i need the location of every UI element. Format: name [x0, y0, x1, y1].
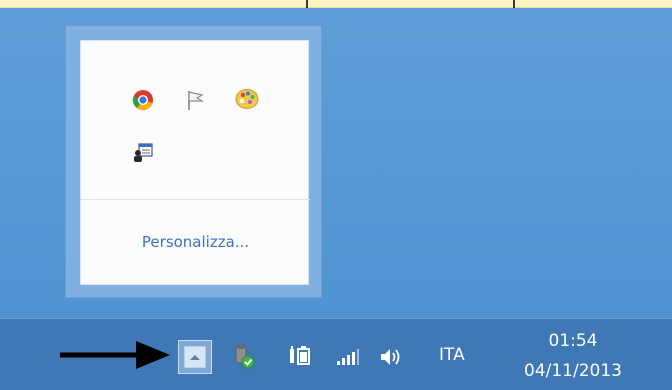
- chevron-up-icon: [184, 346, 206, 368]
- clock-date: 04/11/2013: [524, 361, 622, 381]
- speaker-icon[interactable]: [376, 342, 406, 372]
- input-language-indicator[interactable]: ITA: [439, 345, 465, 365]
- update-shield-icon[interactable]: [229, 342, 259, 372]
- flag-icon[interactable]: [179, 84, 211, 116]
- user-window-icon[interactable]: [127, 136, 159, 168]
- top-strip: [0, 0, 672, 8]
- panel-divider: [81, 199, 310, 200]
- show-hidden-icons-button[interactable]: [178, 340, 212, 374]
- battery-icon[interactable]: [287, 342, 317, 372]
- paint-palette-icon[interactable]: [231, 83, 263, 115]
- overflow-icon-grid: [81, 41, 310, 199]
- overflow-content: Personalizza...: [80, 40, 310, 285]
- strip-mark: [306, 0, 308, 8]
- strip-mark: [513, 0, 515, 8]
- clock[interactable]: 01:54 04/11/2013: [508, 330, 638, 382]
- customize-link[interactable]: Personalizza...: [81, 233, 310, 251]
- chrome-icon[interactable]: [127, 84, 159, 116]
- clock-time: 01:54: [548, 331, 598, 351]
- desktop: Personalizza...: [0, 0, 672, 318]
- pointer-arrow-annotation: [58, 336, 174, 378]
- signal-bars-icon[interactable]: [332, 342, 362, 372]
- notification-overflow-panel: Personalizza...: [65, 25, 322, 298]
